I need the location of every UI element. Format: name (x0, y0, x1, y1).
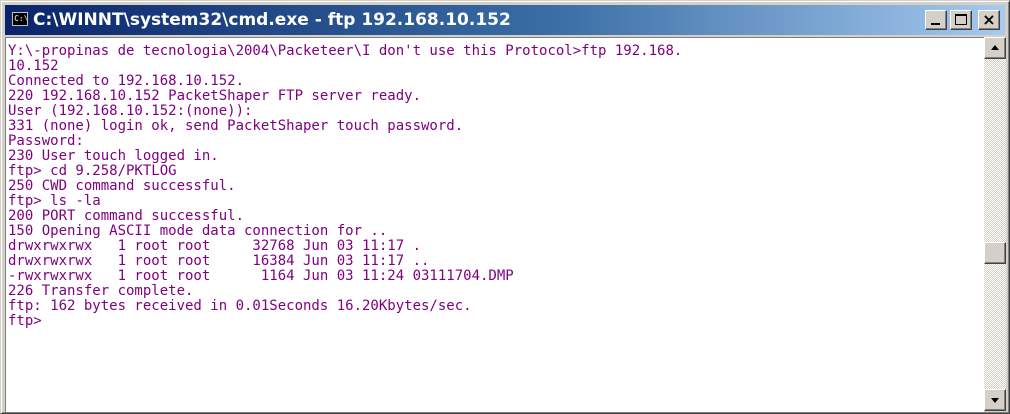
scroll-up-button[interactable] (984, 37, 1006, 59)
console-line: -rwxrwxrwx 1 root root 1164 Jun 03 11:24… (8, 268, 514, 284)
console-line: 250 CWD command successful. (8, 178, 236, 194)
scroll-up-arrow-icon (991, 45, 999, 50)
console-line: ftp> cd 9.258/PKTLOG (8, 163, 177, 179)
close-button[interactable]: × (978, 10, 1000, 30)
minimize-button[interactable] (925, 10, 947, 30)
cmd-app-icon-text: C:\ (14, 14, 29, 23)
close-icon: × (982, 10, 996, 29)
console-window: C:\ C:\WINNT\system32\cmd.exe - ftp 192.… (0, 0, 1010, 414)
title-bar[interactable]: C:\ C:\WINNT\system32\cmd.exe - ftp 192.… (5, 5, 1005, 35)
window-title: C:\WINNT\system32\cmd.exe - ftp 192.168.… (33, 10, 511, 30)
console-output[interactable]: Y:\-propinas de tecnologia\2004\Packetee… (5, 37, 984, 412)
console-line: Y:\-propinas de tecnologia\2004\Packetee… (8, 43, 683, 59)
console-text: Y:\-propinas de tecnologia\2004\Packetee… (6, 38, 984, 329)
console-line: ftp> ls -la (8, 193, 101, 209)
scroll-down-arrow-icon (991, 398, 999, 403)
console-line: 200 PORT command successful. (8, 208, 245, 224)
console-line: Password: (8, 133, 84, 149)
console-line: 150 Opening ASCII mode data connection f… (8, 223, 388, 239)
vertical-scrollbar[interactable] (984, 37, 1006, 411)
console-line: Connected to 192.168.10.152. (8, 73, 245, 89)
console-line: 331 (none) login ok, send PacketShaper t… (8, 118, 464, 134)
console-line: 230 User touch logged in. (8, 148, 219, 164)
scroll-down-button[interactable] (984, 389, 1006, 411)
scroll-thumb[interactable] (984, 242, 1006, 264)
minimize-icon (931, 23, 940, 25)
console-line: User (192.168.10.152:(none)): (8, 103, 253, 119)
maximize-button[interactable] (950, 10, 972, 30)
console-line: 226 Transfer complete. (8, 283, 194, 299)
console-line: ftp> (8, 313, 42, 329)
cmd-app-icon[interactable]: C:\ (12, 12, 28, 26)
console-line: 10.152 (8, 58, 59, 74)
console-line: drwxrwxrwx 1 root root 32768 Jun 03 11:1… (8, 238, 422, 254)
console-line: drwxrwxrwx 1 root root 16384 Jun 03 11:1… (8, 253, 430, 269)
maximize-icon (955, 14, 967, 25)
console-line: 220 192.168.10.152 PacketShaper FTP serv… (8, 88, 422, 104)
console-line: ftp: 162 bytes received in 0.01Seconds 1… (8, 298, 472, 314)
